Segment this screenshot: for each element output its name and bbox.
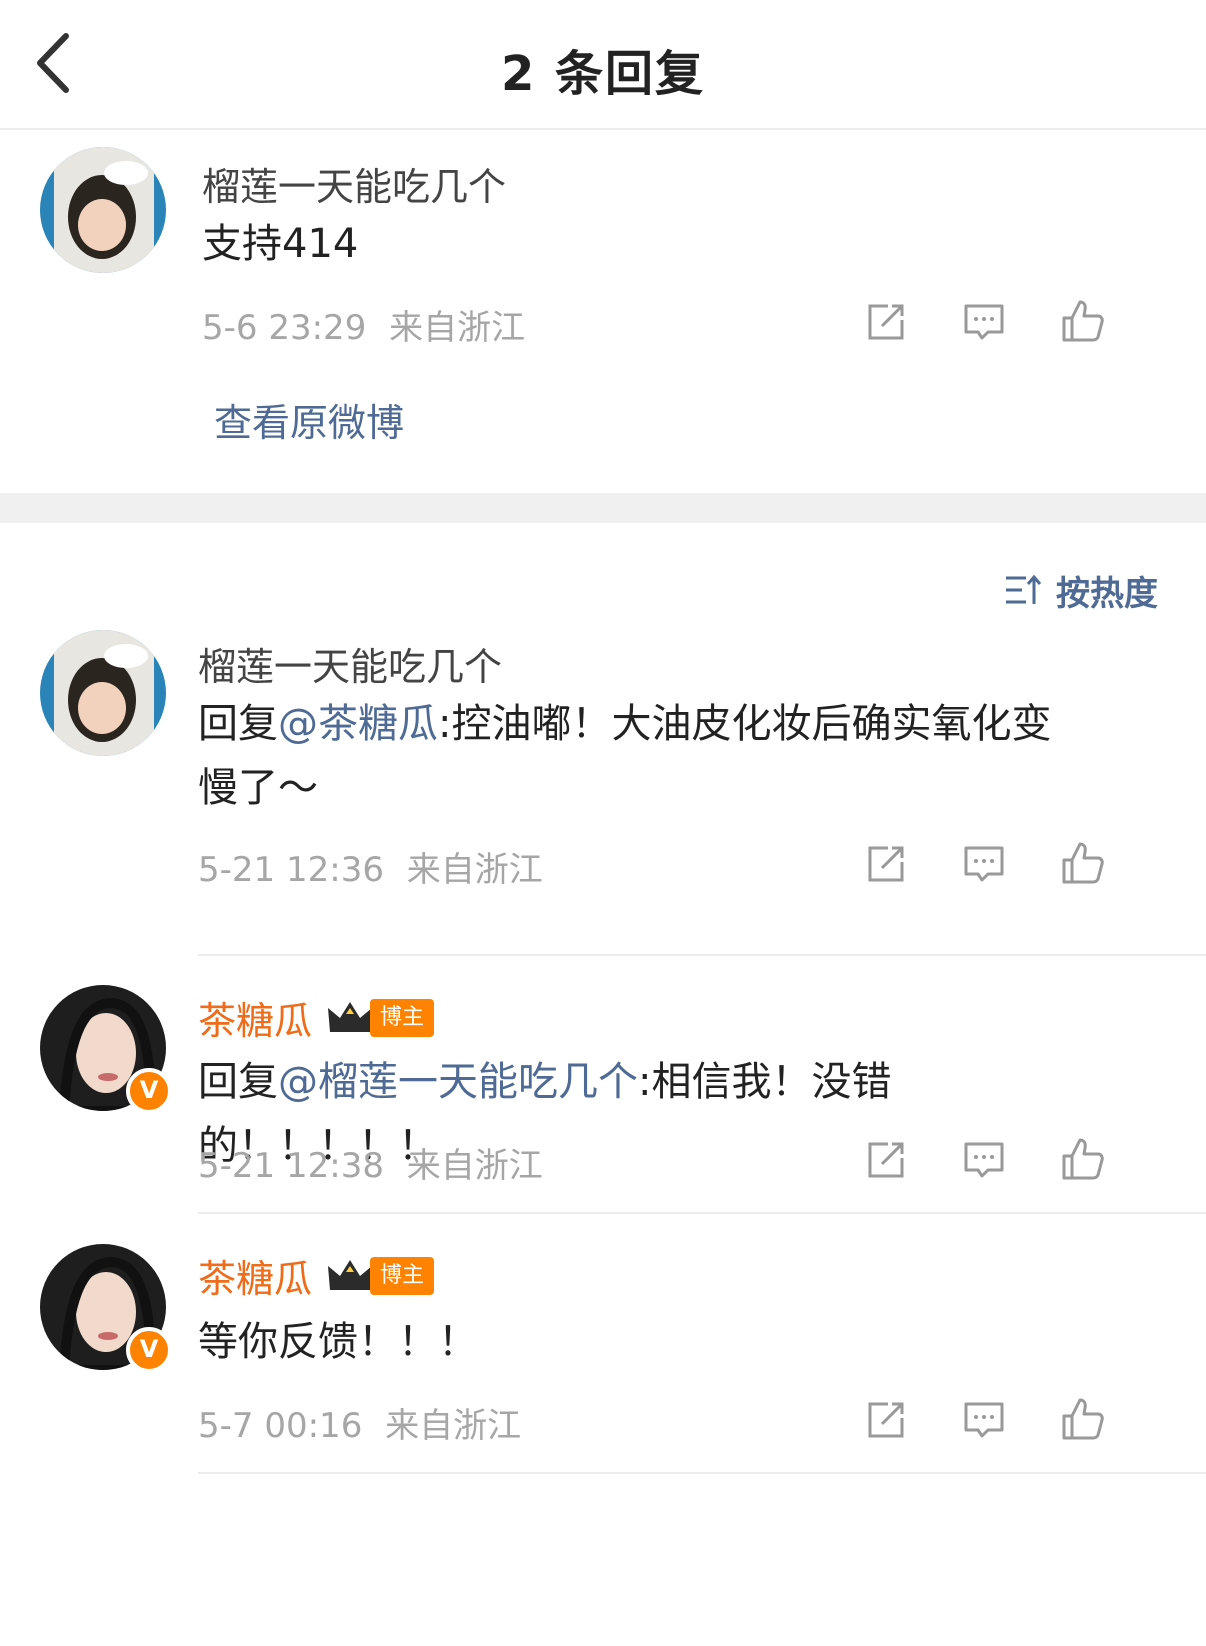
repost-icon [868,1402,904,1438]
verified-v-icon: V [126,1068,172,1114]
avatar-image [40,147,166,273]
blogger-badge: 博主 [370,1256,435,1295]
comment-button[interactable] [962,1398,1006,1442]
comment-icon [964,1142,1004,1178]
view-original-link[interactable]: 查看原微博 [214,392,404,447]
reply-location: 来自浙江 [406,850,543,890]
comment-time: 5-6 23:29 [202,308,367,348]
reply-meta: 5-21 12:38 来自浙江 [198,1138,543,1187]
mention-link[interactable]: @茶糖瓜 [278,701,438,747]
blogger-badge: 博主 [370,998,435,1037]
thumbs-up-icon [1062,1398,1104,1440]
reply-body-cont: 慢了～ [198,765,318,811]
repost-icon [868,1142,904,1178]
like-button[interactable] [1060,298,1104,342]
section-divider [0,493,1206,523]
mention-link[interactable]: @榴莲一天能吃几个 [278,1059,638,1105]
comment-username[interactable]: 榴莲一天能吃几个 [202,156,506,211]
sort-icon [1006,574,1042,604]
like-button[interactable] [1060,840,1104,884]
repost-button[interactable] [864,1398,908,1442]
avatar[interactable] [40,630,166,756]
comment-text: 支持414 [202,221,359,267]
like-button[interactable] [1060,1136,1104,1180]
row-divider [198,1212,1206,1214]
reply-text: 回复@茶糖瓜:控油嘟！大油皮化妆后确实氧化变 慢了～ [198,692,1128,820]
reply-time: 5-7 00:16 [198,1406,363,1446]
verified-v-icon: V [126,1327,172,1373]
reply-username[interactable]: 茶糖瓜 [198,1248,312,1303]
reply-body: :控油嘟！大油皮化妆后确实氧化变 [438,701,1052,747]
vip-badge: 博主 [326,998,435,1038]
reply-time: 5-21 12:36 [198,850,384,890]
thumbs-up-icon [1062,1138,1104,1180]
crown-icon [328,1259,373,1290]
page-title: 2 条回复 [500,46,706,102]
reply-header: 茶糖瓜 博主 [198,990,435,1045]
avatar[interactable] [40,147,166,273]
repost-button[interactable] [864,1138,908,1182]
reply-location: 来自浙江 [385,1406,522,1446]
reply-prefix: 回复 [198,1059,278,1105]
thumbs-up-icon [1062,300,1104,342]
repost-icon [868,304,904,340]
top-bar: 2 条回复 [0,0,1206,130]
sort-button[interactable]: 按热度 [1004,568,1158,614]
reply-text: 等你反馈！！！ [198,1319,478,1365]
row-divider [198,954,1206,956]
avatar-image [40,630,166,756]
reply-username[interactable]: 茶糖瓜 [198,990,312,1045]
comment-icon [964,1402,1004,1438]
sort-label: 按热度 [1056,573,1158,614]
comment-button[interactable] [962,842,1006,886]
thumbs-up-icon [1062,842,1104,884]
comment-meta: 5-6 23:29 来自浙江 [202,300,525,349]
reply-location: 来自浙江 [406,1146,543,1186]
reply-header: 茶糖瓜 博主 [198,1248,435,1303]
comment-button[interactable] [962,1138,1006,1182]
reply-time: 5-21 12:38 [198,1146,384,1186]
repost-icon [868,846,904,882]
row-divider [198,1472,1206,1474]
reply-prefix: 回复 [198,701,278,747]
reply-username[interactable]: 榴莲一天能吃几个 [198,636,502,691]
comment-button[interactable] [962,300,1006,344]
comment-icon [964,304,1004,340]
crown-icon [328,1001,373,1032]
repost-button[interactable] [864,842,908,886]
reply-meta: 5-21 12:36 来自浙江 [198,842,543,891]
comment-location: 来自浙江 [389,308,526,348]
vip-badge: 博主 [326,1256,435,1296]
reply-meta: 5-7 00:16 来自浙江 [198,1398,521,1447]
repost-button[interactable] [864,300,908,344]
comment-icon [964,846,1004,882]
like-button[interactable] [1060,1396,1104,1440]
